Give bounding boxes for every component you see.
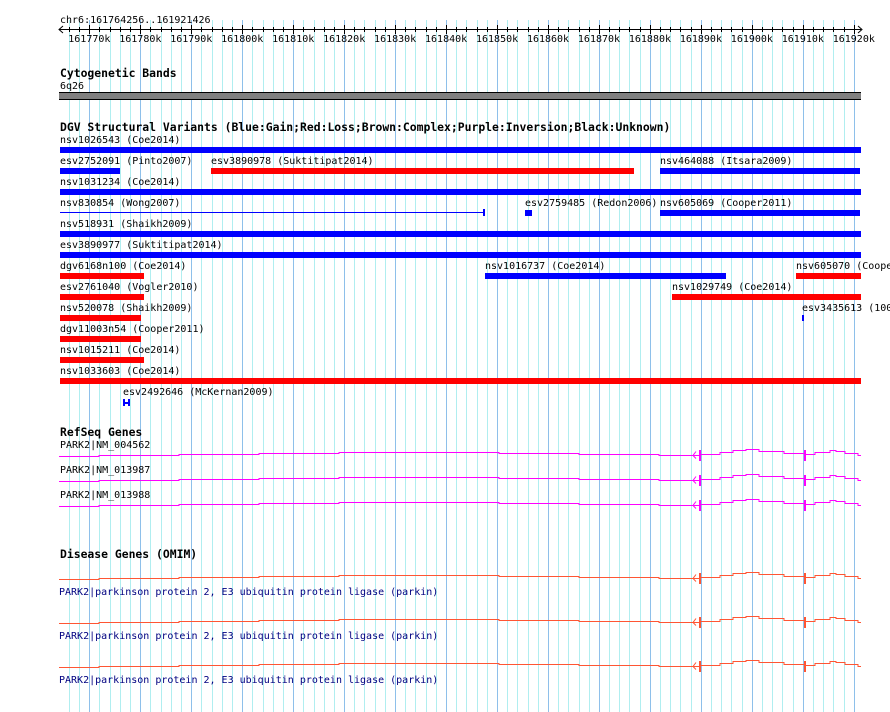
sv-feature-gain[interactable] (60, 189, 861, 195)
ruler-tick-label: 161920k (832, 34, 875, 45)
refseq-gene-intron-line (59, 474, 861, 482)
sv-label: esv2759485 (Redon2006) (525, 198, 658, 209)
ruler-tick-label: 161810k (272, 34, 315, 45)
ruler-tick-label: 161780k (119, 34, 162, 45)
sv-label: esv3435613 (100 (802, 303, 890, 314)
sv-label: nsv1033603 (Coe2014) (60, 366, 181, 377)
omim-gene-exon (804, 617, 806, 628)
ruler-tick-label: 161800k (221, 34, 264, 45)
sv-label: nsv464088 (Itsara2009) (660, 156, 793, 167)
sv-feature-gain[interactable] (802, 315, 804, 321)
refseq-gene-exon (699, 450, 701, 461)
sv-feature-gain[interactable] (525, 210, 532, 216)
omim-gene-exon (804, 661, 806, 672)
refseq-gene-exon (699, 475, 701, 486)
omim-gene-exon (699, 617, 701, 628)
sv-label: esv3890978 (Suktitipat2014) (211, 156, 374, 167)
ruler-tick-label: 161900k (730, 34, 773, 45)
sv-label: dgv11003n54 (Cooper2011) (60, 324, 205, 335)
sv-feature-loss[interactable] (60, 294, 144, 300)
sv-feature-loss[interactable] (60, 378, 861, 384)
track-title-omim[interactable]: Disease Genes (OMIM) (60, 548, 197, 560)
sv-label: nsv1029749 (Coe2014) (672, 282, 793, 293)
ruler-tick-label: 161790k (170, 34, 213, 45)
sv-feature-gain[interactable] (60, 231, 861, 237)
ruler-tick-label: 161910k (781, 34, 824, 45)
sv-feature-gain[interactable] (485, 273, 726, 279)
refseq-gene-exon (804, 500, 806, 511)
omim-gene-exon (804, 573, 806, 584)
sv-feature-loss[interactable] (60, 315, 141, 321)
sv-label: esv3890977 (Suktitipat2014) (60, 240, 223, 251)
sv-feature-gain[interactable] (60, 209, 485, 216)
ruler-tick-label: 161830k (374, 34, 417, 45)
sv-label: nsv520078 (Shaikh2009) (60, 303, 193, 314)
refseq-gene-exon (699, 500, 701, 511)
sv-label: dgv6168n100 (Coe2014) (60, 261, 187, 272)
sv-label: esv2752091 (Pinto2007) (60, 156, 193, 167)
sv-feature-loss[interactable] (211, 168, 634, 174)
sv-end-cap (483, 209, 485, 216)
sv-label: nsv1031234 (Coe2014) (60, 177, 181, 188)
track-canvas (58, 20, 863, 712)
omim-gene-intron-line (59, 660, 861, 668)
sv-feature-gain[interactable] (60, 168, 120, 174)
track-title-refseq[interactable]: RefSeq Genes (60, 426, 142, 438)
ruler-tick-label: 161890k (679, 34, 722, 45)
sv-label: nsv518931 (Shaikh2009) (60, 219, 193, 230)
ruler-tick-label: 161860k (526, 34, 570, 45)
sv-label: nsv1026543 (Coe2014) (60, 135, 181, 146)
ruler-tick-label: 161850k (475, 34, 519, 45)
sv-label: esv2761040 (Vogler2010) (60, 282, 199, 293)
omim-gene-exon (699, 661, 701, 672)
sv-feature-loss[interactable] (60, 273, 144, 279)
refseq-gene-exon (804, 475, 806, 486)
refseq-gene-intron-line (59, 499, 861, 507)
omim-gene-label[interactable]: PARK2|parkinson protein 2, E3 ubiquitin … (59, 587, 438, 598)
sv-feature-loss[interactable] (60, 336, 141, 342)
ruler-tick-label: 161840k (425, 34, 468, 45)
ruler-tick-label: 161820k (323, 34, 366, 45)
sv-label: esv2492646 (McKernan2009) (123, 387, 274, 398)
ruler-tick-label: 161770k (68, 34, 111, 45)
location-label: chr6:161764256..161921426 (60, 15, 211, 26)
sv-feature-loss[interactable] (796, 273, 861, 279)
sv-label: nsv605069 (Cooper2011) (660, 198, 793, 209)
track-title-cytoband[interactable]: Cytogenetic Bands (60, 67, 177, 79)
refseq-gene-label[interactable]: PARK2|NM_013987 (60, 465, 150, 476)
sv-feature-gain[interactable] (60, 147, 861, 153)
cytoband-label: 6q26 (60, 81, 85, 92)
sv-feature-gain[interactable] (660, 168, 860, 174)
sv-label: nsv1016737 (Coe2014) (485, 261, 606, 272)
track-title-dgv[interactable]: DGV Structural Variants (Blue:Gain;Red:L… (60, 121, 670, 133)
refseq-gene-intron-line (59, 449, 861, 457)
sv-h-bar (125, 402, 128, 404)
refseq-gene-exon (804, 450, 806, 461)
sv-feature-loss[interactable] (60, 357, 144, 363)
refseq-gene-label[interactable]: PARK2|NM_013988 (60, 490, 150, 501)
ruler-tick-label: 161880k (628, 34, 672, 45)
omim-gene-intron-line (59, 616, 861, 624)
omim-gene-intron-line (59, 572, 861, 580)
sv-feature-gain[interactable] (660, 210, 860, 216)
refseq-gene-label[interactable]: PARK2|NM_004562 (60, 440, 150, 451)
sv-feature-gain[interactable] (123, 399, 130, 406)
sv-label: nsv830854 (Wong2007) (60, 198, 181, 209)
ruler-tick-label: 161870k (577, 34, 621, 45)
sv-label: nsv1015211 (Coe2014) (60, 345, 181, 356)
sv-feature-gain[interactable] (60, 252, 861, 258)
sv-feature-loss[interactable] (672, 294, 861, 300)
omim-gene-label[interactable]: PARK2|parkinson protein 2, E3 ubiquitin … (59, 631, 438, 642)
omim-gene-exon (699, 573, 701, 584)
omim-gene-label[interactable]: PARK2|parkinson protein 2, E3 ubiquitin … (59, 675, 438, 686)
sv-label: nsv605070 (Coope (796, 261, 890, 272)
cytoband-bar[interactable] (59, 92, 861, 100)
